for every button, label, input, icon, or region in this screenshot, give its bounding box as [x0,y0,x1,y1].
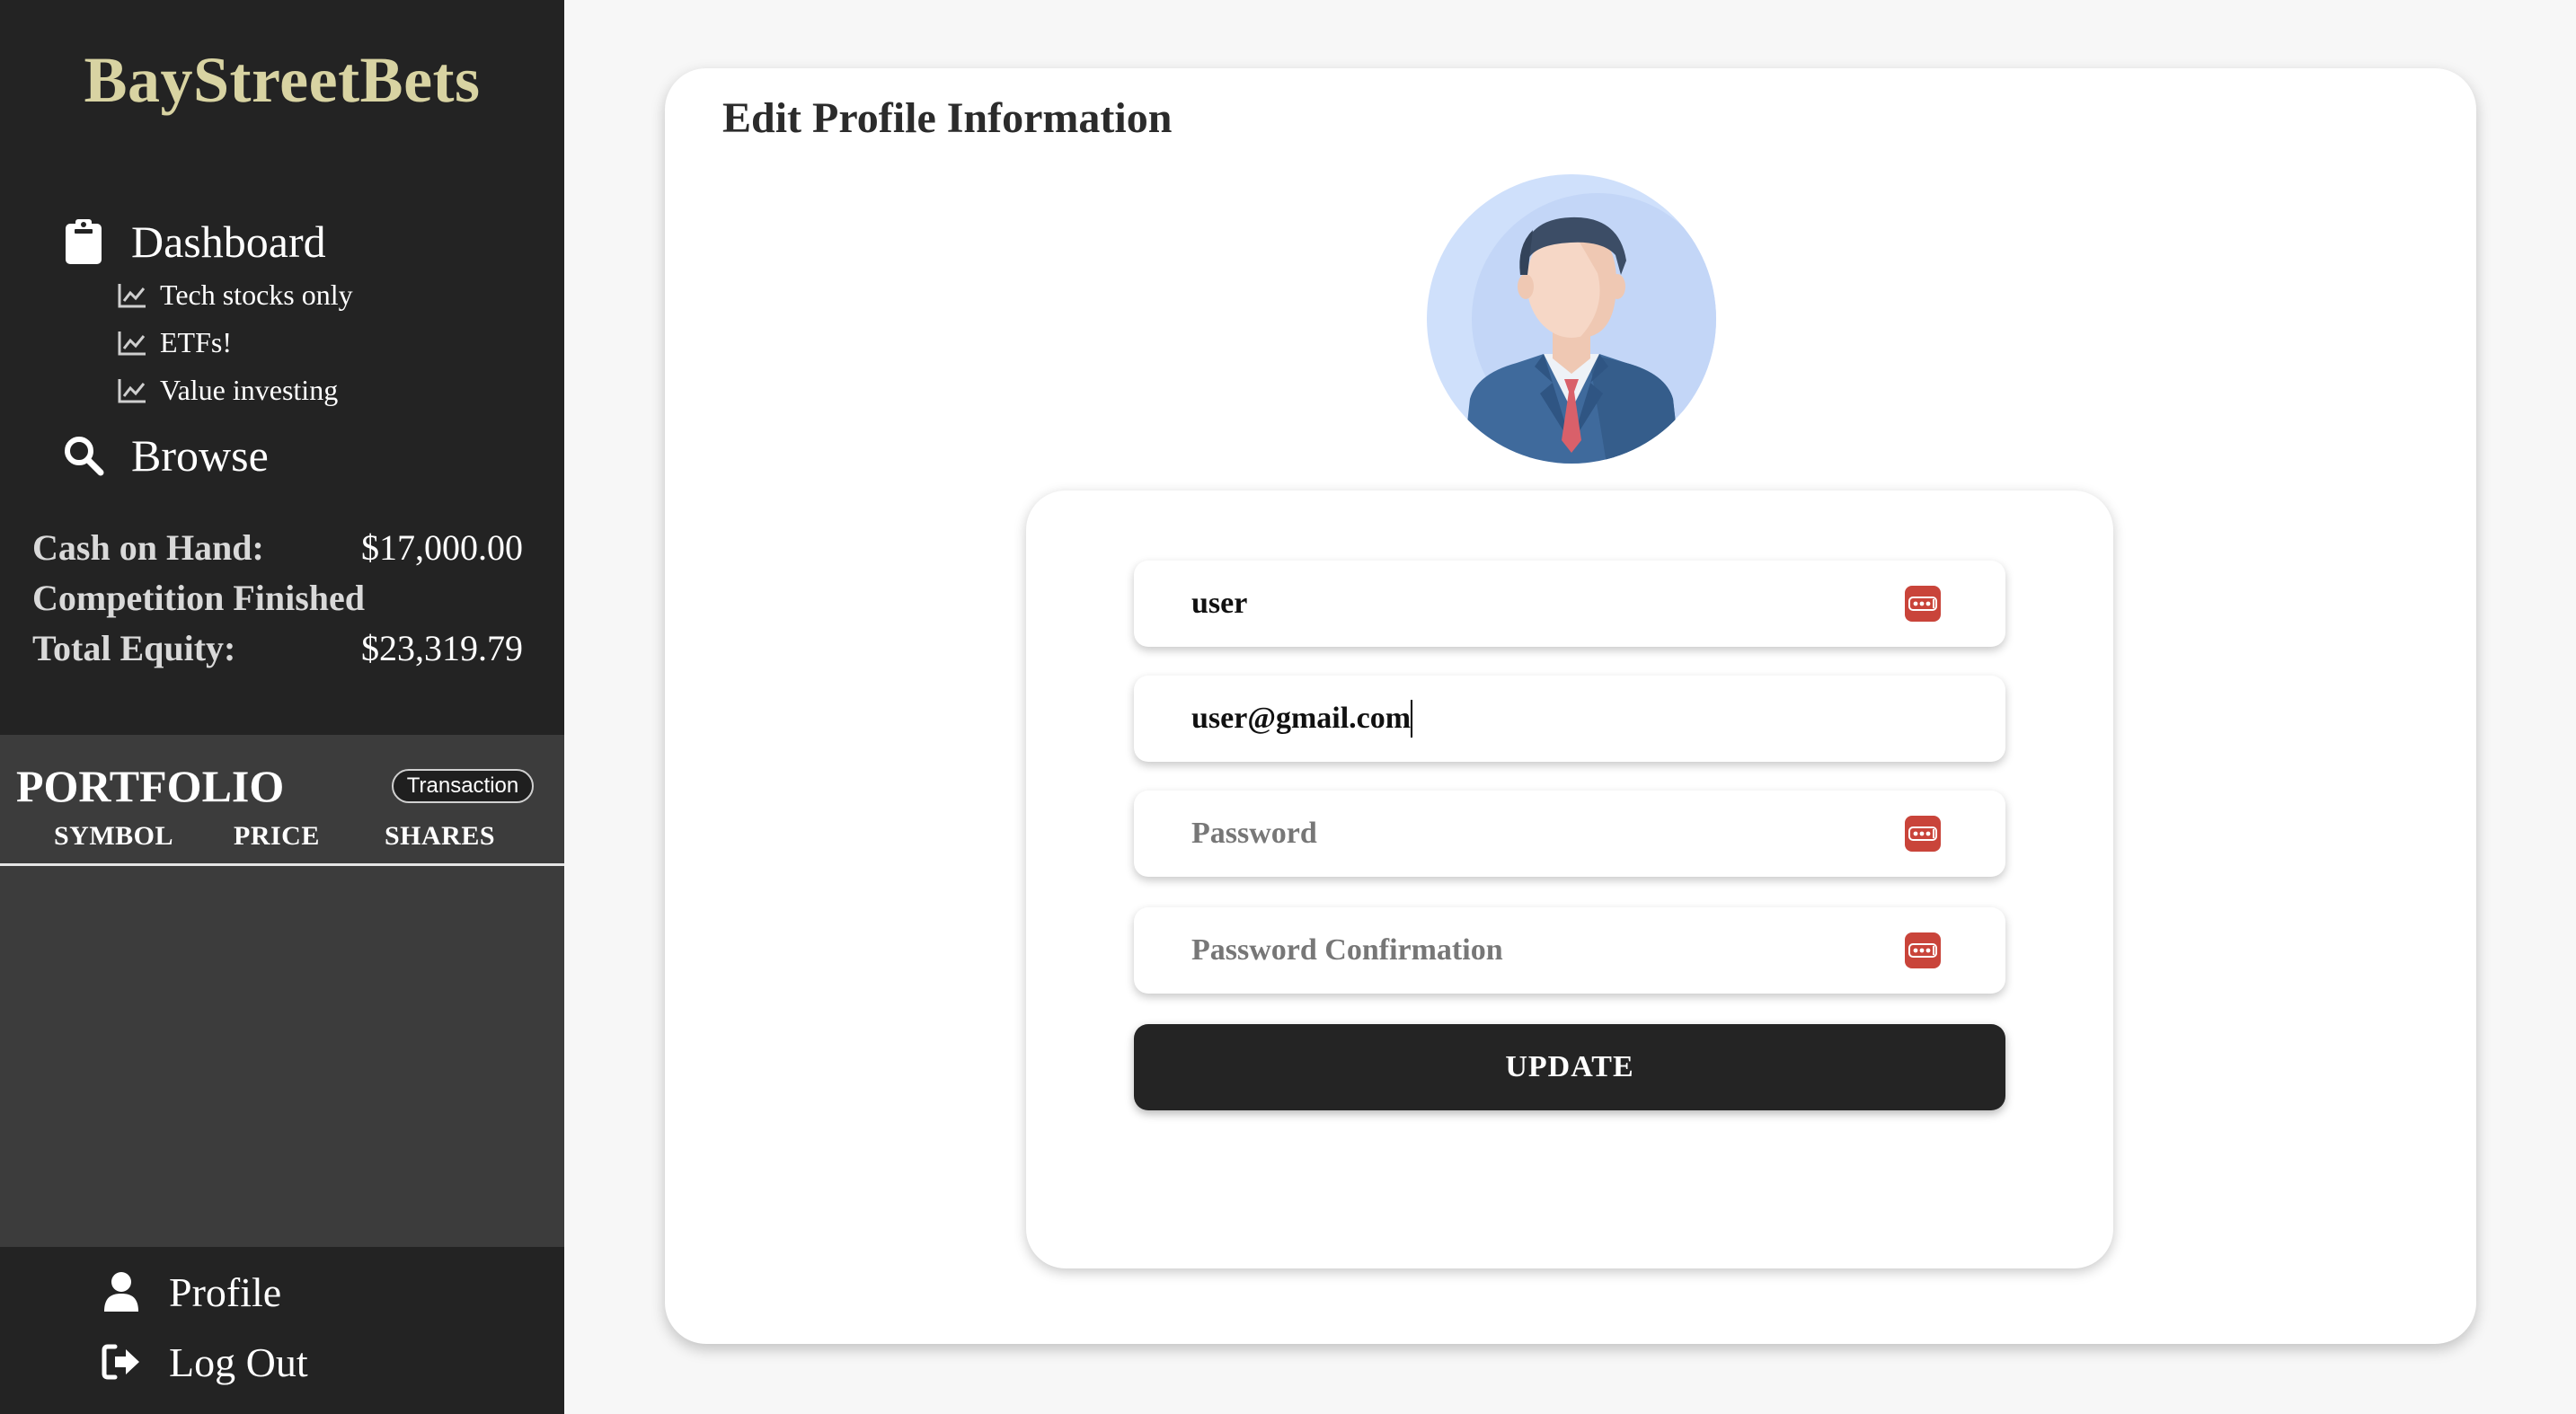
watchlist-label: Value investing [160,374,339,406]
text-caret [1411,700,1413,738]
clipboard-icon [63,217,104,267]
email-value[interactable]: user@gmail.com [1191,700,1413,738]
equity-value: $23,319.79 [361,628,523,668]
sign-out-icon [101,1337,142,1387]
portfolio-panel: PORTFOLIO Transaction SYMBOL PRICE SHARE… [0,735,564,1247]
email-text: user@gmail.com [1191,702,1412,735]
watchlist-label: ETFs! [160,326,232,358]
portfolio-title: PORTFOLIO [16,761,285,811]
column-header-symbol[interactable]: SYMBOL [54,821,173,852]
password-manager-icon[interactable] [1905,932,1941,968]
cash-value: $17,000.00 [361,527,523,568]
watchlist-item-tech[interactable]: Tech stocks only [117,278,353,312]
cash-on-hand-row: Cash on Hand: $17,000.00 [32,526,523,569]
equity-label: Total Equity: [32,628,236,668]
portfolio-table-header: SYMBOL PRICE SHARES [0,821,564,866]
column-header-shares[interactable]: SHARES [385,821,495,852]
total-equity-row: Total Equity: $23,319.79 [32,627,523,669]
profile-form: user@gmail.com [1026,490,2113,1268]
watchlist-label: Tech stocks only [160,278,353,311]
nav-logout-label: Log Out [169,1339,308,1385]
edit-profile-card: Edit Profile Information user user@gmail… [665,68,2476,1344]
email-field[interactable]: user@gmail.com [1134,676,2005,762]
nav-browse-label: Browse [131,430,269,481]
line-chart-icon [117,330,147,357]
nav-logout[interactable]: Log Out [101,1337,308,1387]
competition-status-row: Competition Finished [32,577,523,619]
password-input[interactable] [1191,817,1943,851]
line-chart-icon [117,377,147,404]
line-chart-icon [117,282,147,309]
update-button[interactable]: UPDATE [1134,1024,2005,1110]
password-confirmation-input[interactable] [1191,933,1943,968]
password-confirmation-field[interactable] [1134,907,2005,994]
username-field[interactable] [1134,561,2005,647]
password-manager-icon[interactable] [1905,586,1941,622]
nav-browse[interactable]: Browse [63,429,269,482]
page-title: Edit Profile Information [722,94,1173,142]
column-header-price[interactable]: PRICE [234,821,320,852]
username-input[interactable] [1191,587,1943,621]
competition-status: Competition Finished [32,578,366,618]
nav-profile-label: Profile [169,1268,282,1315]
app-logo[interactable]: BayStreetBets [0,43,564,118]
nav-dashboard-label: Dashboard [131,217,326,267]
cash-label: Cash on Hand: [32,527,264,568]
search-icon [63,430,104,481]
sidebar: BayStreetBets Dashboard Tech stocks only [0,0,564,1414]
password-field[interactable] [1134,791,2005,877]
watchlist-item-etfs[interactable]: ETFs! [117,326,232,359]
transaction-button[interactable]: Transaction [392,769,534,803]
user-icon [101,1267,142,1317]
nav-profile[interactable]: Profile [101,1267,281,1317]
watchlist-item-value[interactable]: Value investing [117,374,338,407]
app-root: BayStreetBets Dashboard Tech stocks only [0,0,2576,1414]
businessman-avatar-icon [1427,174,1716,464]
password-manager-icon[interactable] [1905,816,1941,852]
nav-dashboard[interactable]: Dashboard [63,216,326,268]
